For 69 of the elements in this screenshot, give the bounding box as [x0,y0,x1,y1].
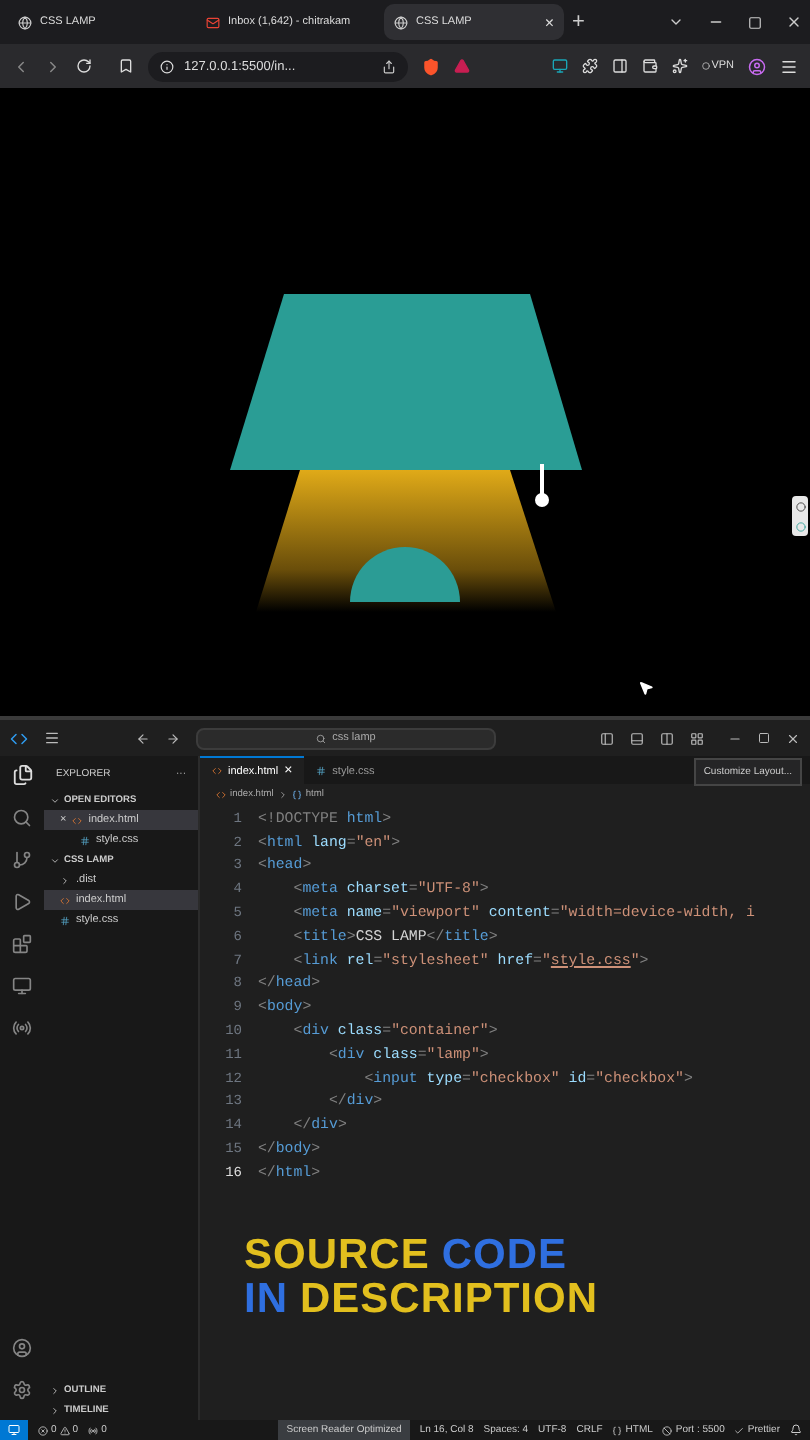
globe-icon [18,15,32,29]
shield-icon[interactable] [422,57,440,75]
search-icon [316,733,327,743]
new-tab-button[interactable]: + [572,11,585,33]
globe-icon [394,15,408,29]
code-icon [60,895,70,905]
back-icon[interactable] [12,57,30,75]
puzzle-icon[interactable] [581,58,598,74]
logo-icon [10,729,28,747]
hash-icon [80,835,90,845]
broadcast-icon [88,1425,99,1435]
branch-icon[interactable] [12,850,32,870]
account-icon[interactable] [12,1338,32,1358]
hash-icon [316,766,327,776]
back-icon[interactable] [136,731,150,745]
reload-icon[interactable] [76,58,92,74]
remote-icon [8,1424,20,1436]
tab-list-icon[interactable] [668,14,684,30]
warning-icon [59,1425,70,1435]
chevron-icon [50,795,60,805]
bell-icon[interactable] [790,1424,802,1436]
close-icon[interactable] [786,14,802,30]
overlay-word: SOURCE [244,1233,430,1278]
live-icon[interactable] [12,1018,32,1038]
menu-icon[interactable] [780,57,798,75]
cursor-icon [638,680,654,696]
close-tab-button[interactable]: × [544,13,554,31]
check-icon [734,1425,745,1435]
extensions-icon[interactable] [12,934,32,954]
ban-icon [662,1425,673,1435]
hash-icon [60,915,70,925]
sparkles-icon[interactable] [671,58,688,74]
triangle-icon[interactable] [454,58,470,74]
explorer-icon[interactable] [11,764,33,786]
panel-right-icon[interactable] [660,731,674,745]
chevron-icon [277,790,288,800]
panel-bottom-icon[interactable] [630,731,644,745]
overlay-word: IN [244,1277,288,1322]
maximize-icon[interactable] [748,15,762,29]
remote-icon[interactable] [12,976,32,996]
run-icon[interactable] [12,892,32,912]
close-icon[interactable] [786,731,800,745]
error-icon [38,1425,48,1435]
forward-icon[interactable] [166,731,180,745]
layout-icon[interactable] [690,731,704,745]
side-widget[interactable] [792,496,808,536]
maximize-icon[interactable] [758,732,770,744]
info-icon [160,59,174,73]
code-icon [212,766,222,776]
overlay-word: DESCRIPTION [300,1277,599,1322]
remote-button[interactable] [0,1420,28,1440]
braces-icon [612,1425,623,1435]
code-icon [72,815,83,825]
code-icon [216,790,226,800]
settings-icon[interactable] [12,1380,32,1400]
profile-icon[interactable] [748,57,766,75]
menu-icon[interactable] [44,730,60,746]
search-icon[interactable] [12,808,32,828]
circle-icon[interactable] [795,501,805,511]
mail-icon [206,15,220,29]
sidebar-icon[interactable] [611,58,628,74]
overlay-word: CODE [441,1233,568,1278]
share-icon[interactable] [382,59,396,73]
forward-icon[interactable] [44,57,62,75]
panel-left-icon[interactable] [600,731,614,745]
dot-icon [701,62,710,70]
bookmark-icon[interactable] [118,58,134,74]
element-icon [291,790,302,800]
wallet-icon[interactable] [641,58,658,74]
